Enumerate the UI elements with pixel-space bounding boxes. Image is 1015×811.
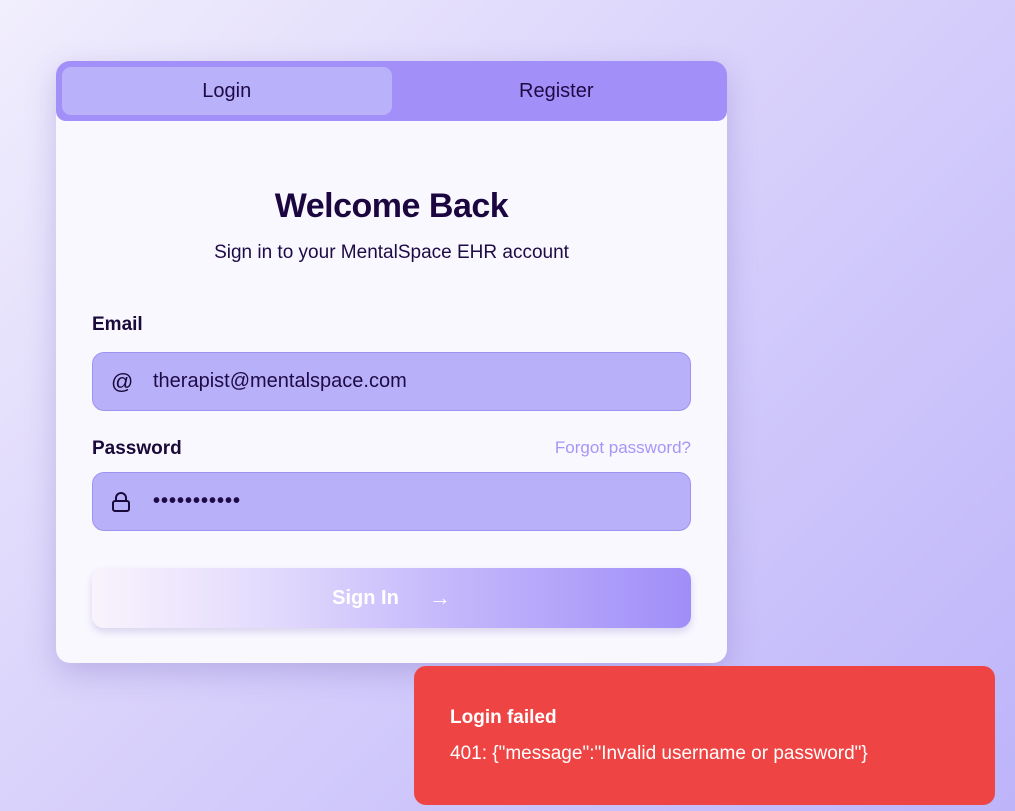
page-subtitle: Sign in to your MentalSpace EHR account [214, 242, 569, 263]
arrow-right-icon: → [428, 585, 451, 610]
at-icon: @ [111, 368, 134, 394]
login-card: Login Register Welcome Back Sign in to y… [56, 61, 727, 663]
page-title: Welcome Back [274, 187, 509, 225]
error-toast: Login failed 401: {"message":"Invalid us… [414, 666, 995, 805]
password-label: Password [92, 438, 182, 459]
forgot-password-link[interactable]: Forgot password? [555, 438, 691, 458]
toast-title: Login failed [450, 707, 557, 728]
toast-message: 401: {"message":"Invalid username or pas… [450, 743, 868, 764]
auth-tabs: Login Register [56, 61, 727, 121]
lock-icon [111, 491, 135, 513]
password-value: ••••••••••• [153, 490, 242, 512]
email-value: therapist@mentalspace.com [153, 370, 407, 392]
email-label: Email [92, 314, 143, 335]
tab-register[interactable]: Register [392, 67, 722, 115]
tab-login[interactable]: Login [62, 67, 392, 115]
sign-in-label: Sign In [332, 586, 399, 609]
email-field[interactable]: @ therapist@mentalspace.com [92, 352, 691, 411]
password-field[interactable]: ••••••••••• [92, 472, 691, 531]
sign-in-button[interactable]: Sign In → [92, 568, 691, 628]
